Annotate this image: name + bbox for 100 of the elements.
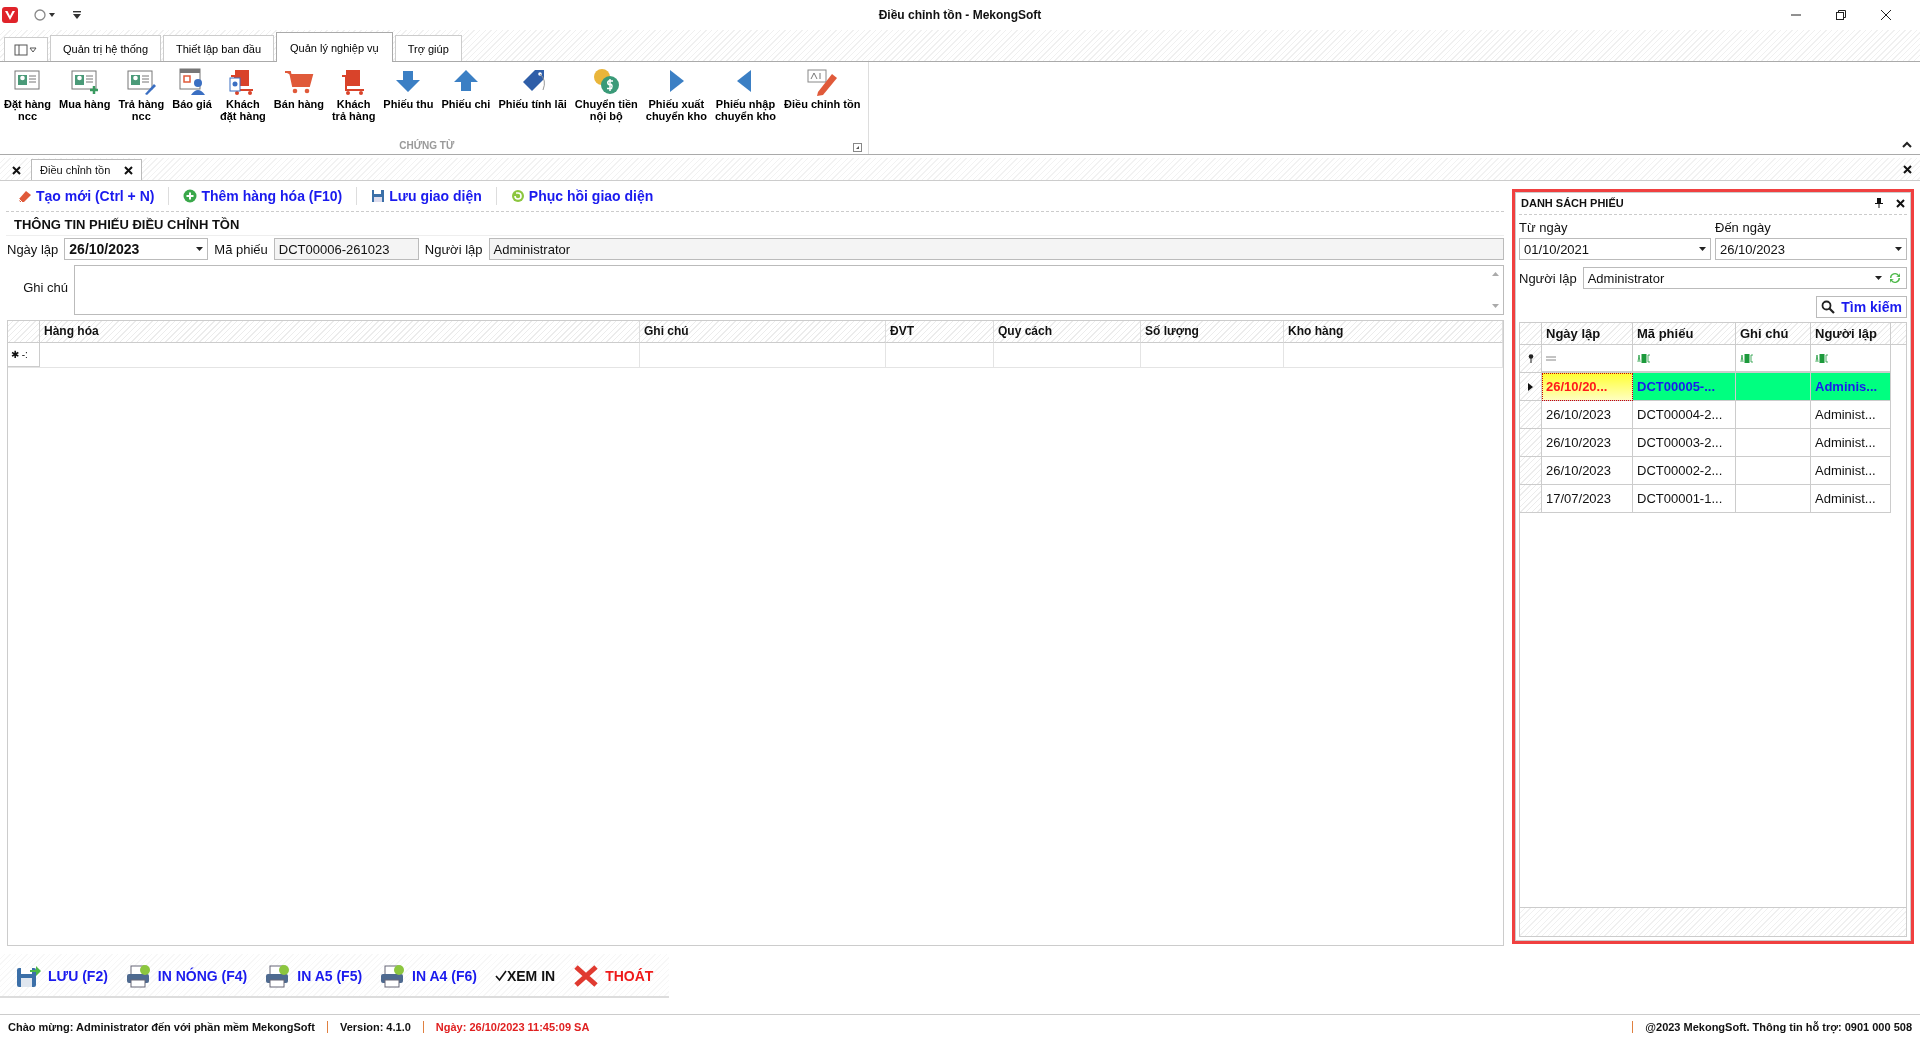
table-cell[interactable]: 26/10/2023 [1542,401,1633,429]
close-icon[interactable] [1880,9,1892,21]
table-cell[interactable]: Administ... [1811,401,1891,429]
table-cell[interactable]: 26/10/2023 [1542,457,1633,485]
text-filter-icon[interactable] [1740,353,1754,363]
restore-icon [510,189,525,203]
ribbon-tab[interactable]: Thiết lập ban đầu [163,35,275,61]
ribbon-button[interactable]: Phiếu nhập chuyển kho [710,62,781,140]
action-button[interactable]: IN A5 (F5) [259,962,369,990]
column-header[interactable]: Người lập [1811,323,1891,345]
date-field[interactable]: 26/10/2023 [64,238,209,260]
search-button[interactable]: Tìm kiếm [1816,296,1907,318]
ribbon-button[interactable]: Báo giá [168,62,216,140]
table-cell[interactable] [1736,401,1811,429]
circle-icon[interactable] [34,9,56,21]
scroll-up-icon[interactable] [1492,272,1499,276]
pin-icon[interactable] [1875,198,1883,208]
ribbon-button[interactable]: Phiếu thu [379,62,438,140]
table-cell[interactable]: Adminis... [1811,373,1891,401]
ribbon-tab[interactable]: Trợ giúp [394,35,462,61]
close-icon[interactable] [1903,165,1912,174]
ribbon-button[interactable]: Mua hàng [55,62,115,140]
column-header[interactable]: Ghi chú [1736,323,1811,345]
table-cell[interactable]: DCT00005-... [1633,373,1736,401]
ribbon-button[interactable]: Khách trả hàng [327,62,380,140]
close-icon[interactable] [1896,198,1905,208]
collapse-ribbon-icon[interactable] [1902,141,1912,148]
restore-icon[interactable] [1835,9,1847,21]
tab-label: Điều chỉnh tồn [40,164,111,176]
status-text: Version: 4.1.0 [339,1021,411,1033]
refresh-icon[interactable] [1888,271,1902,285]
action-button[interactable]: IN A4 (F6) [374,962,483,990]
table-cell[interactable]: Administ... [1811,429,1891,457]
table-cell[interactable]: 26/10/2023 [1542,429,1633,457]
checkbox[interactable]: XEM IN [488,968,562,984]
status-text: @2023 MekongSoft. Thông tin hỗ trợ: 0901 000 508 [1645,1021,1912,1033]
column-header[interactable]: Hàng hóa [40,321,640,343]
text-filter-icon[interactable] [1815,353,1829,363]
toolbar-button[interactable]: Phục hồi giao diện [504,186,660,206]
ribbon-tab[interactable]: Quản lý nghiệp vụ [276,32,393,62]
code-field[interactable]: DCT00006-261023 [273,238,419,260]
dialog-launcher-icon[interactable] [853,142,863,152]
to-date-field[interactable]: 26/10/2023 [1715,238,1907,260]
column-header[interactable]: Quy cách [994,321,1141,343]
quick-access-icon[interactable] [72,10,82,20]
ribbon-button[interactable]: Phiếu chi [437,62,495,140]
ribbon-button[interactable]: Phiếu xuất chuyển kho [641,62,711,140]
text-filter-icon[interactable] [1637,353,1651,363]
ribbon-group-label: CHỨNG TỪ [398,140,456,153]
printer-icon [265,964,292,988]
ribbon-button[interactable]: Khách đặt hàng [216,62,270,140]
scroll-down-icon[interactable] [1492,304,1499,308]
app-menu-button[interactable] [4,37,48,61]
ribbon-button[interactable]: Bán hàng [269,62,328,140]
close-icon[interactable] [124,165,134,175]
document-tab[interactable]: Điều chỉnh tồn [31,159,143,180]
action-button[interactable]: LƯU (F2) [10,962,114,990]
table-cell[interactable]: DCT00002-2... [1633,457,1736,485]
action-button[interactable]: IN NÓNG (F4) [119,962,254,990]
toolbar-button[interactable]: Thêm hàng hóa (F10) [177,186,349,206]
ribbon-button[interactable]: Trả hàng ncc [114,62,169,140]
ribbon-button[interactable]: Chuyển tiền nội bộ [570,62,642,140]
action-button[interactable]: THOÁT [567,962,660,990]
creator-field[interactable]: Administrator [488,238,1504,260]
column-header[interactable]: Mã phiếu [1633,323,1736,345]
eraser-icon [18,189,32,203]
note-field[interactable] [74,265,1504,315]
table-cell[interactable]: DCT00004-2... [1633,401,1736,429]
panel-title: DANH SÁCH PHIẾU [1520,197,1625,209]
ribbon-button[interactable]: Đặt hàng ncc [0,62,56,140]
panel-icon [14,43,38,56]
column-header[interactable]: Kho hàng [1284,321,1503,343]
close-icon[interactable] [12,166,21,175]
from-date-field[interactable]: 01/10/2021 [1519,238,1711,260]
toolbar-button[interactable]: Tạo mới (Ctrl + N) [12,186,161,206]
table-cell[interactable]: 17/07/2023 [1542,485,1633,513]
ribbon-button[interactable]: Điều chỉnh tồn [780,62,865,140]
table-cell[interactable]: 26/10/20... [1542,373,1633,401]
table-cell[interactable]: Administ... [1811,457,1891,485]
table-cell[interactable] [1736,373,1811,401]
table-cell[interactable]: DCT00003-2... [1633,429,1736,457]
table-cell[interactable] [1736,485,1811,513]
ribbon-tab[interactable]: Quản trị hệ thống [50,35,161,61]
table-cell[interactable] [1736,429,1811,457]
toolbar-button[interactable]: Lưu giao diện [365,186,488,206]
row-header[interactable] [1520,373,1542,401]
table-cell[interactable]: DCT00001-1... [1633,485,1736,513]
save-icon [371,189,386,203]
table-cell[interactable]: Administ... [1811,485,1891,513]
column-header[interactable]: Ghi chú [640,321,886,343]
column-header[interactable]: Số lượng [1141,321,1284,343]
row-pointer-icon [1528,382,1533,391]
filter-icon[interactable] [1527,354,1534,363]
column-header[interactable]: ĐVT [886,321,994,343]
column-header[interactable]: Ngày lập [1542,323,1633,345]
dropdown-arrow-icon [1875,276,1882,280]
ribbon-button[interactable]: Phiếu tính lãi [494,62,571,140]
table-cell[interactable] [1736,457,1811,485]
creator-dropdown[interactable]: Administrator [1582,267,1907,289]
field-label: Từ ngày [1519,220,1569,235]
